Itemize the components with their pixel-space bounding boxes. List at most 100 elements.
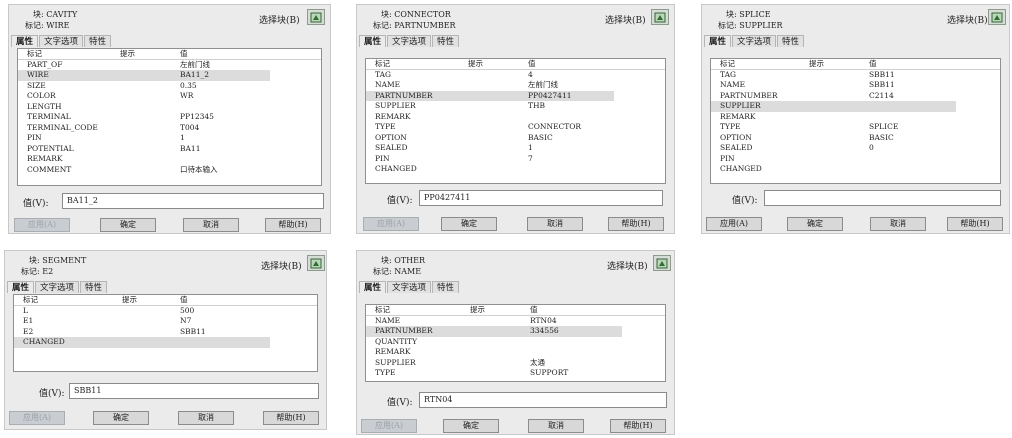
ok-button[interactable]: 确定 [441, 217, 497, 231]
table-row[interactable]: NAME SBB11 [711, 80, 1000, 91]
row-tag: TERMINAL_CODE [27, 122, 98, 132]
tab-attributes[interactable]: 属性 [359, 35, 387, 47]
cancel-button[interactable]: 取消 [870, 217, 926, 231]
apply-button[interactable]: 应用(A) [363, 217, 419, 231]
table-row[interactable]: TYPE SPLICE [711, 122, 1000, 133]
ok-button[interactable]: 确定 [100, 218, 156, 232]
column-header-value: 值 [869, 59, 877, 68]
table-row[interactable]: WIRE BA11_2 [18, 70, 270, 81]
apply-button[interactable]: 应用(A) [361, 419, 417, 433]
tab-text-options[interactable]: 文字选项 [35, 281, 80, 293]
table-row[interactable]: REMARK [366, 112, 665, 123]
table-row[interactable]: SIZE 0.35 [18, 81, 321, 92]
table-row[interactable]: PIN 7 [366, 154, 665, 165]
cancel-button[interactable]: 取消 [183, 218, 239, 232]
cancel-button[interactable]: 取消 [178, 411, 234, 425]
tab-properties[interactable]: 特性 [432, 35, 460, 47]
table-row[interactable]: POTENTIAL BA11 [18, 144, 321, 155]
tab-text-options[interactable]: 文字选项 [387, 281, 432, 293]
tab-attributes[interactable]: 属性 [11, 35, 39, 47]
table-row[interactable]: SUPPLIER THB [366, 101, 665, 112]
select-block-button[interactable] [653, 255, 671, 271]
tab-attributes[interactable]: 属性 [704, 35, 732, 47]
help-button[interactable]: 帮助(H) [610, 419, 666, 433]
apply-button[interactable]: 应用(A) [706, 217, 762, 231]
ok-button[interactable]: 确定 [93, 411, 149, 425]
value-input[interactable]: RTN04 [419, 392, 667, 408]
help-button[interactable]: 帮助(H) [947, 217, 1003, 231]
cancel-button[interactable]: 取消 [527, 217, 583, 231]
table-row[interactable]: OPTION BASIC [711, 133, 1000, 144]
apply-button[interactable]: 应用(A) [9, 411, 65, 425]
table-row[interactable]: E1 N7 [14, 316, 317, 327]
table-row[interactable]: SUPPLIER [711, 101, 956, 112]
select-block-button[interactable] [988, 9, 1006, 25]
table-row[interactable]: CHANGED [711, 164, 1000, 175]
table-row[interactable]: CHANGED [366, 164, 665, 175]
table-row[interactable]: TYPE CONNECTOR [366, 122, 665, 133]
ok-button[interactable]: 确定 [787, 217, 843, 231]
table-row[interactable]: TAG 4 [366, 70, 665, 81]
table-row[interactable]: PARTNUMBER C2114 [711, 91, 1000, 102]
value-input[interactable] [764, 190, 1001, 206]
table-row[interactable]: REMARK [711, 112, 1000, 123]
table-row[interactable]: CHANGED [14, 337, 270, 348]
row-tag: TAG [375, 69, 391, 79]
help-button[interactable]: 帮助(H) [265, 218, 321, 232]
table-row[interactable]: NAME 左前门线 [366, 80, 665, 91]
row-value: C2114 [869, 90, 894, 100]
value-input[interactable]: SBB11 [69, 383, 319, 399]
value-input[interactable]: BA11_2 [62, 193, 324, 209]
dialog-header: 块: SEGMENT 标记: E2 [21, 255, 86, 277]
table-row[interactable]: QUANTITY [366, 337, 665, 348]
tab-properties[interactable]: 特性 [84, 35, 112, 47]
help-button[interactable]: 帮助(H) [263, 411, 319, 425]
row-tag: PIN [375, 153, 390, 163]
row-tag: NAME [375, 80, 401, 89]
table-row[interactable]: PART_OF 左前门线 [18, 60, 321, 71]
row-tag: SEALED [375, 143, 408, 152]
tab-bar: 属性 文字选项 特性 [11, 35, 112, 47]
select-block-icon [991, 12, 1003, 22]
select-block-button[interactable] [307, 255, 325, 271]
table-row[interactable]: PIN 1 [18, 133, 321, 144]
table-row[interactable]: COMMENT 口待本输入 [18, 165, 321, 176]
apply-button[interactable]: 应用(A) [14, 218, 70, 232]
tab-text-options[interactable]: 文字选项 [387, 35, 432, 47]
block-name: 块: CAVITY [33, 10, 78, 19]
row-tag: CHANGED [375, 164, 417, 173]
table-row[interactable]: TYPE SUPPORT [366, 368, 665, 379]
table-row[interactable]: SUPPLIER 太通 [366, 358, 665, 369]
table-row[interactable]: TAG SBB11 [711, 70, 1000, 81]
table-row[interactable]: OPTION BASIC [366, 133, 665, 144]
tab-properties[interactable]: 特性 [777, 35, 805, 47]
table-row[interactable]: COLOR WR [18, 91, 321, 102]
table-row[interactable]: PARTNUMBER PP0427411 [366, 90, 614, 101]
table-row[interactable]: LENGTH [18, 102, 321, 113]
table-row[interactable]: REMARK [366, 347, 665, 358]
table-row[interactable]: SEALED 1 [366, 143, 665, 154]
value-input[interactable]: PP0427411 [419, 190, 663, 206]
tab-text-options[interactable]: 文字选项 [732, 35, 777, 47]
tab-properties[interactable]: 特性 [432, 281, 460, 293]
table-row[interactable]: PIN [711, 154, 1000, 165]
table-row[interactable]: NAME RTN04 [366, 316, 665, 327]
table-row[interactable]: SEALED 0 [711, 143, 1000, 154]
tab-properties[interactable]: 特性 [80, 281, 108, 293]
cancel-button[interactable]: 取消 [528, 419, 584, 433]
tab-text-options[interactable]: 文字选项 [39, 35, 84, 47]
ok-button[interactable]: 确定 [443, 419, 499, 433]
table-row[interactable]: PARTNUMBER 334556 [366, 326, 622, 337]
tab-attributes[interactable]: 属性 [359, 281, 387, 293]
column-header-tag: 标记 [375, 305, 390, 314]
table-row[interactable]: L 500 [14, 306, 317, 317]
table-row[interactable]: TERMINAL_CODE T004 [18, 123, 321, 134]
tab-attributes[interactable]: 属性 [7, 281, 35, 293]
help-button[interactable]: 帮助(H) [608, 217, 664, 231]
table-row[interactable]: REMARK [18, 154, 321, 165]
select-block-button[interactable] [307, 9, 325, 25]
table-row[interactable]: E2 SBB11 [14, 327, 317, 338]
table-row[interactable]: TERMINAL PP12345 [18, 112, 321, 123]
select-block-button[interactable] [651, 9, 669, 25]
row-tag: TYPE [375, 122, 396, 131]
